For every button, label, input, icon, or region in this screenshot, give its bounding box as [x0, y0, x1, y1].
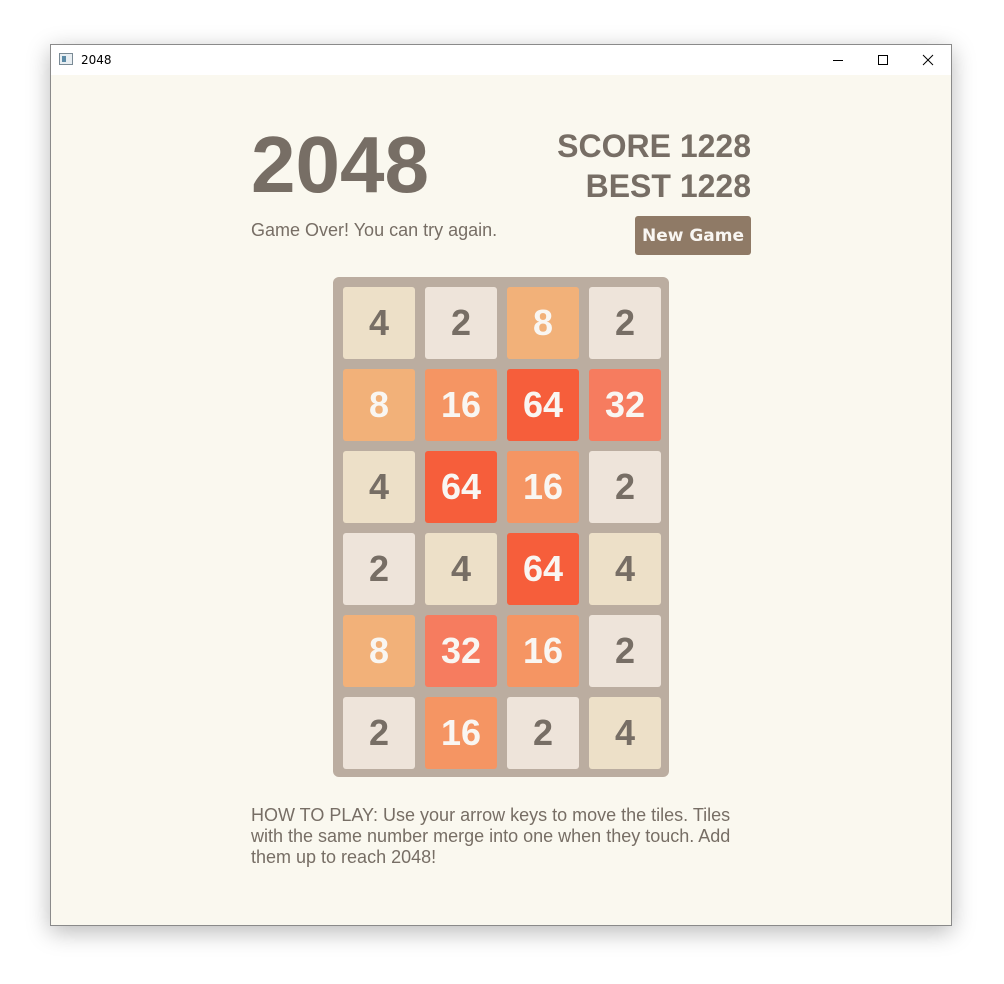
maximize-button[interactable]	[860, 45, 905, 75]
tile: 16	[425, 369, 497, 441]
tile: 2	[589, 287, 661, 359]
tile: 4	[589, 697, 661, 769]
tile: 2	[507, 697, 579, 769]
game-board[interactable]: 4 2 8 2 8 16 64 32 4 64 16 2 2 4 64 4 8 32 16 2 2 16 2 4	[333, 277, 669, 777]
close-icon	[922, 54, 933, 66]
tile: 2	[589, 615, 661, 687]
tile: 4	[343, 451, 415, 523]
close-button[interactable]	[905, 45, 950, 75]
tile: 16	[507, 615, 579, 687]
score-display: SCORE 1228	[557, 128, 751, 164]
tile: 8	[343, 369, 415, 441]
tile: 2	[343, 533, 415, 605]
how-to-play-text: HOW TO PLAY: Use your arrow keys to move…	[251, 805, 731, 867]
game-title: 2048	[251, 120, 429, 209]
tile: 32	[589, 369, 661, 441]
tile: 64	[507, 369, 579, 441]
minimize-icon	[832, 60, 843, 61]
tile: 4	[425, 533, 497, 605]
tile: 8	[343, 615, 415, 687]
tile: 32	[425, 615, 497, 687]
app-window: 2048 2048 SCORE 1228 BEST 1228 Game Over…	[50, 44, 952, 926]
tile: 64	[507, 533, 579, 605]
title-bar[interactable]: 2048	[51, 45, 951, 75]
game-area: 2048 SCORE 1228 BEST 1228 Game Over! You…	[51, 75, 951, 925]
app-icon	[59, 53, 73, 65]
tile: 2	[425, 287, 497, 359]
tile: 16	[507, 451, 579, 523]
best-score-display: BEST 1228	[585, 168, 751, 204]
tile: 8	[507, 287, 579, 359]
maximize-icon	[877, 55, 888, 65]
minimize-button[interactable]	[815, 45, 860, 75]
tile: 2	[343, 697, 415, 769]
tile: 4	[589, 533, 661, 605]
tile: 2	[589, 451, 661, 523]
tile: 64	[425, 451, 497, 523]
new-game-button[interactable]: New Game	[635, 216, 751, 255]
tile: 16	[425, 697, 497, 769]
tile: 4	[343, 287, 415, 359]
game-status-message: Game Over! You can try again.	[251, 220, 498, 240]
window-title: 2048	[81, 53, 112, 67]
